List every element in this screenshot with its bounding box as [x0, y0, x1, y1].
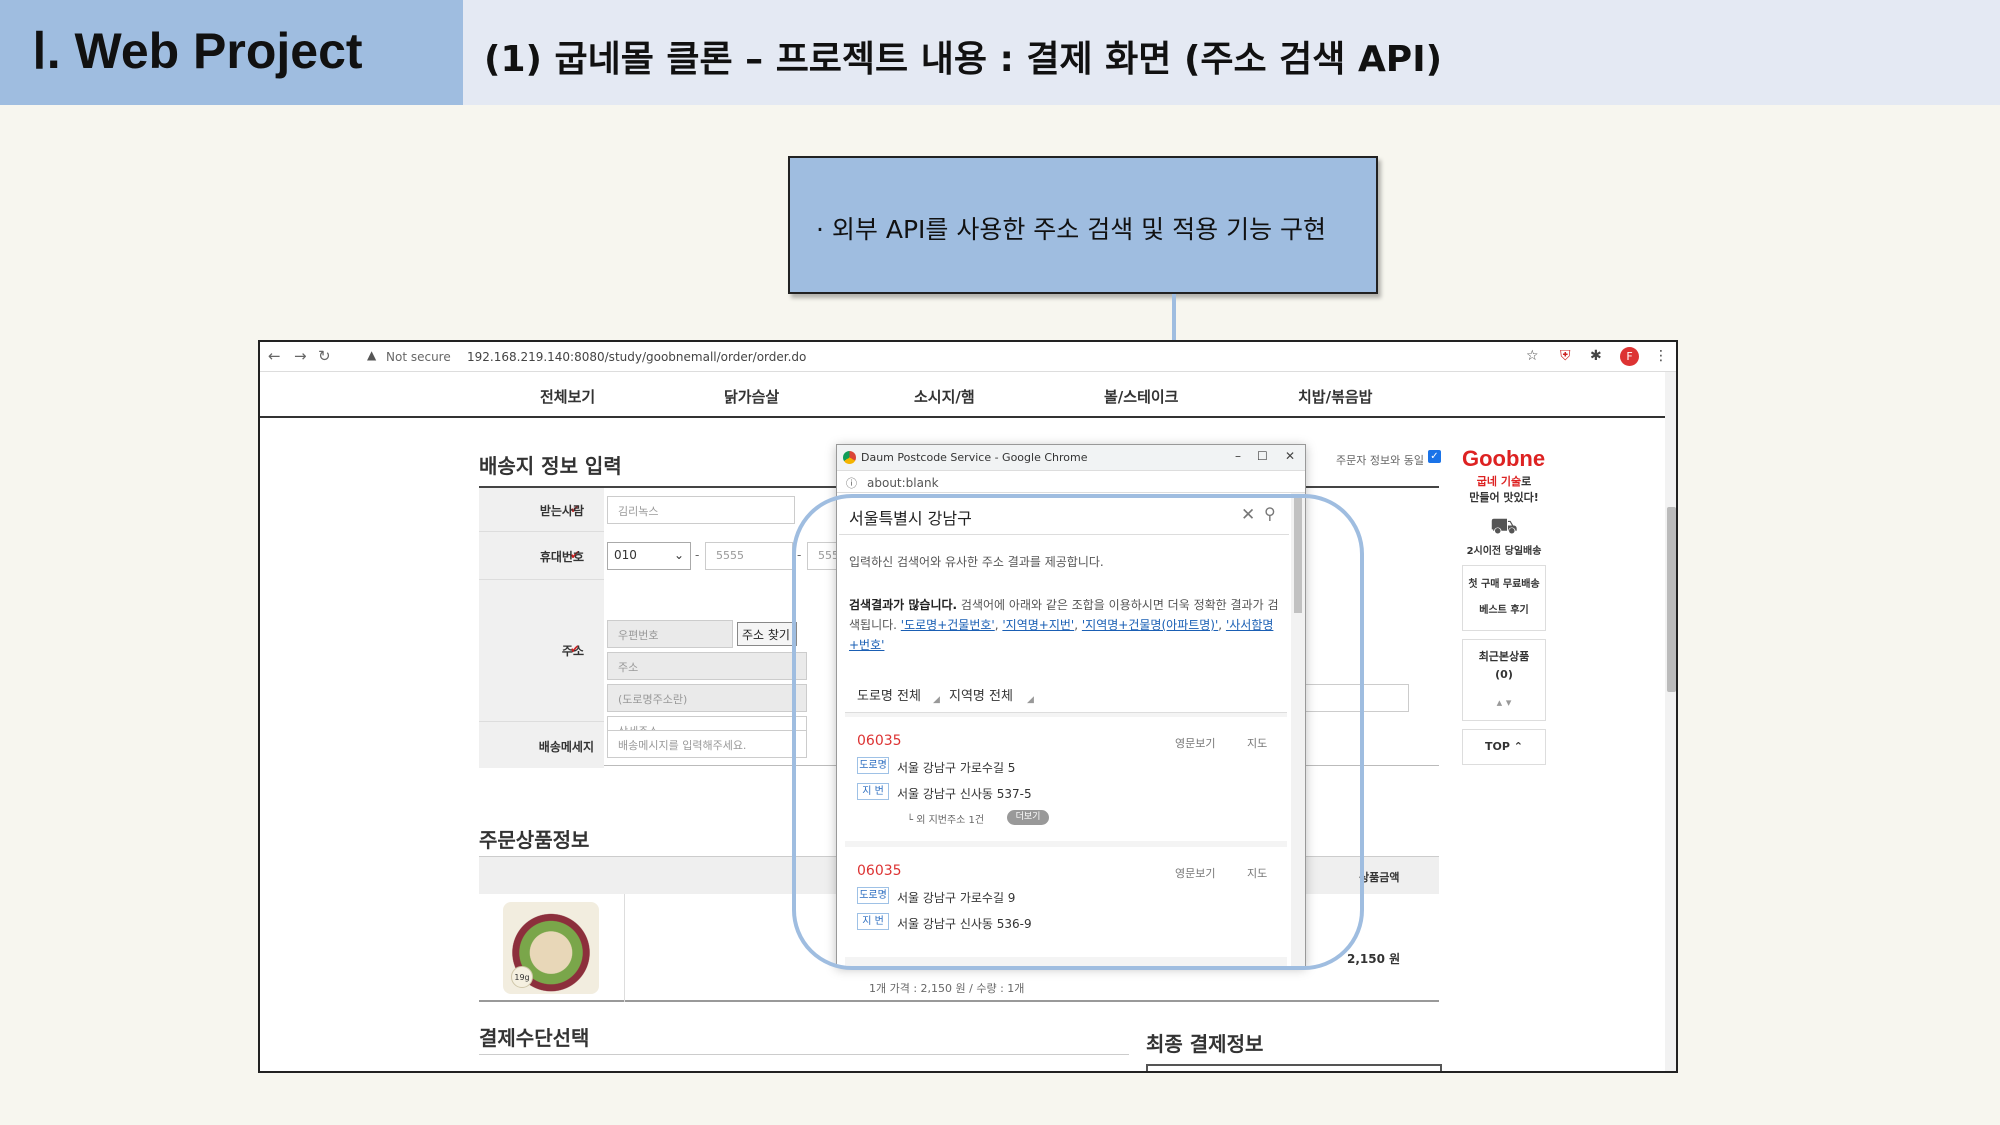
recent-items-box: 최근본상품 (0) ▴ ▾: [1462, 639, 1546, 721]
popup-window-title: Daum Postcode Service - Google Chrome: [861, 451, 1088, 464]
order-items-title: 주문상품정보: [479, 828, 590, 852]
shipping-title: 배송지 정보 입력: [479, 454, 622, 478]
final-payment-title: 최종 결제정보: [1146, 1032, 1264, 1056]
info-icon[interactable]: ⓘ: [846, 475, 857, 491]
menu-item-ball-steak[interactable]: 볼/스테이크: [1104, 386, 1178, 407]
recent-items-count: (0): [1495, 668, 1513, 681]
truck-icon: ⛟: [1490, 514, 1518, 539]
find-address-button[interactable]: 주소 찾기: [737, 622, 797, 646]
callout-text: · 외부 API를 사용한 주소 검색 및 적용 기능 구현: [816, 215, 1327, 244]
phone-label-cell: ✔ 휴대번호: [479, 532, 604, 580]
popup-address-bar: ⓘ about:blank: [837, 471, 1305, 493]
address-label-cell: ✔ 주소: [479, 580, 604, 722]
receiver-label-cell: ✔ 받는사람: [479, 488, 604, 532]
chrome-icon: [843, 451, 856, 464]
recent-pager-icon[interactable]: ▴ ▾: [1465, 694, 1543, 712]
receiver-input[interactable]: 김리녹스: [607, 496, 795, 524]
zip-input[interactable]: 우편번호: [607, 620, 733, 648]
maximize-icon[interactable]: ☐: [1257, 449, 1268, 463]
top-button[interactable]: TOP ⌃: [1462, 729, 1546, 765]
category-menu: 전체보기 닭가슴살 소시지/햄 볼/스테이크 치밥/볶음밥: [260, 372, 1665, 418]
slide-title: (1) 굽네몰 클론 – 프로젝트 내용 : 결제 화면 (주소 검색 API): [484, 39, 1443, 80]
phone-mid-input[interactable]: 5555: [705, 542, 793, 570]
final-payment-box: [1146, 1064, 1442, 1071]
warning-icon[interactable]: ▲: [367, 348, 376, 362]
menu-item-all[interactable]: 전체보기: [540, 386, 595, 407]
divider: [479, 1054, 1129, 1055]
sidebar-links: 첫 구매 무료배송 베스트 후기: [1462, 565, 1546, 631]
divider: [624, 894, 625, 1002]
amount-column-header: 상품금액: [1359, 871, 1400, 884]
shield-icon[interactable]: ⛨: [1560, 348, 1571, 364]
menu-item-sausage[interactable]: 소시지/햄: [914, 386, 975, 407]
message-input[interactable]: 배송메시지를 입력해주세요.: [607, 730, 807, 758]
product-badge: 19g: [511, 966, 533, 988]
close-icon[interactable]: ✕: [1285, 449, 1295, 463]
address-input[interactable]: 주소: [607, 652, 807, 680]
slide-header: Ⅰ. Web Project (1) 굽네몰 클론 – 프로젝트 내용 : 결제…: [0, 0, 2000, 105]
unit-price-line: 1개 가격 : 2,150 원 / 수량 : 1개: [869, 982, 1025, 995]
puzzle-icon[interactable]: ✱: [1590, 348, 1602, 364]
minimize-icon[interactable]: –: [1235, 449, 1241, 463]
reload-icon[interactable]: ↻: [318, 347, 331, 365]
same-day-delivery-label: 2시이전 당일배송: [1466, 546, 1542, 557]
same-as-orderer-label: 주문자 정보와 동일: [1336, 454, 1424, 467]
callout-box: · 외부 API를 사용한 주소 검색 및 적용 기능 구현: [788, 156, 1378, 294]
chevron-down-icon: ⌄: [673, 548, 684, 562]
star-icon[interactable]: ☆: [1526, 348, 1539, 364]
recent-items-label: 최근본상품: [1478, 650, 1530, 663]
back-icon[interactable]: ←: [268, 347, 281, 365]
payment-method-title: 결제수단선택: [479, 1026, 590, 1050]
page-scrollbar[interactable]: [1665, 372, 1676, 1071]
popup-url[interactable]: about:blank: [867, 476, 939, 490]
message-label-cell: 배송메세지: [479, 722, 604, 768]
menu-item-chicken-breast[interactable]: 닭가슴살: [724, 386, 779, 407]
receiver-label: 받는사람: [539, 504, 584, 518]
road-address-input[interactable]: (도로명주소란): [607, 684, 807, 712]
forward-icon[interactable]: →: [294, 347, 307, 365]
message-label: 배송메세지: [538, 740, 594, 754]
highlight-frame: [792, 494, 1364, 970]
slogan: 굽네 기술로 만들어 맛있다!: [1469, 475, 1539, 504]
more-menu-icon[interactable]: ⋮: [1654, 348, 1668, 364]
product-price: 2,150 원: [1347, 952, 1401, 966]
best-review-link[interactable]: 베스트 후기: [1465, 598, 1543, 624]
popup-titlebar: Daum Postcode Service - Google Chrome – …: [837, 445, 1305, 471]
free-shipping-link[interactable]: 첫 구매 무료배송: [1465, 572, 1543, 598]
same-as-orderer-checkbox[interactable]: ✓: [1428, 450, 1441, 463]
menu-item-rice[interactable]: 치밥/볶음밥: [1298, 386, 1372, 407]
section-label: Ⅰ. Web Project: [32, 23, 363, 79]
chevron-up-icon: ⌃: [1513, 740, 1523, 753]
browser-toolbar: ← → ↻ ▲ Not secure 192.168.219.140:8080/…: [260, 342, 1676, 372]
right-sidebar: Goobne 굽네 기술로 만들어 맛있다! ⛟ 2시이전 당일배송 첫 구매 무…: [1462, 446, 1546, 765]
address-label: 주소: [561, 644, 584, 658]
not-secure-label[interactable]: Not secure: [386, 350, 451, 364]
goobne-logo[interactable]: Goobne: [1462, 446, 1546, 472]
url-field[interactable]: 192.168.219.140:8080/study/goobnemall/or…: [467, 350, 806, 364]
section-badge: Ⅰ. Web Project: [0, 0, 463, 105]
phone-prefix-select[interactable]: 010 ⌄: [607, 542, 691, 570]
phone-label: 휴대번호: [539, 550, 584, 564]
avatar[interactable]: F: [1620, 347, 1639, 366]
